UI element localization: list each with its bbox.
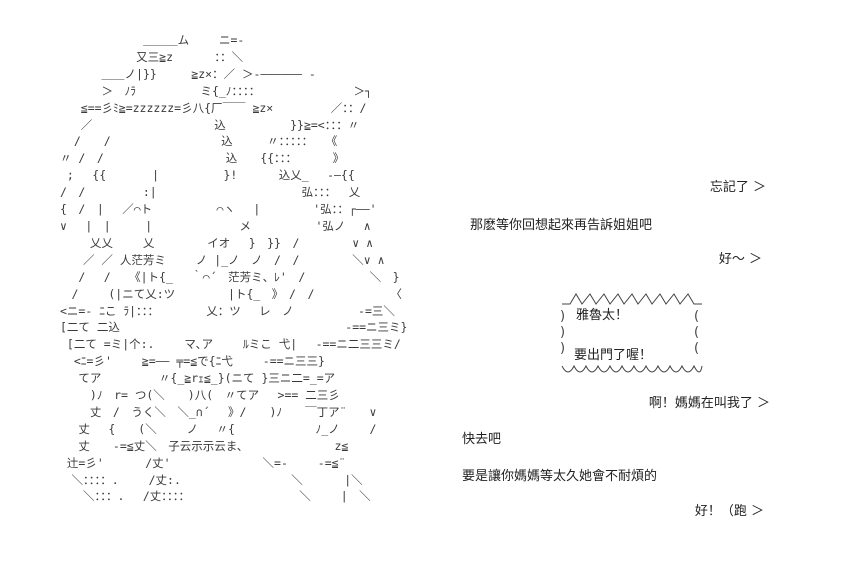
svg-text:): ): [560, 325, 565, 340]
dialogue-line-forgot: 忘記了 ＞: [709, 180, 766, 195]
svg-text:(: (: [694, 341, 699, 356]
dialogue-line-mom-impatient: 要是讓你媽媽等太久她會不耐煩的: [462, 469, 658, 484]
svg-text:): ): [560, 309, 565, 324]
shout-bubble-frame-icon: ) ) ) ( ( (: [560, 293, 703, 373]
svg-text:(: (: [694, 309, 699, 324]
dialogue-line-ok: 好～ ＞: [718, 252, 762, 267]
dialogue-line-mom-calling: 啊！媽媽在叫我了 ＞: [648, 396, 770, 411]
ascii-art-character: ＿＿＿ム ニ=- 又三≧z ：：＼ ＿＿ノ|}} ≧z×：／ ＞-―――――― …: [60, 33, 408, 504]
manga-page: ＿＿＿ム ニ=- 又三≧z ：：＼ ＿＿ノ|}} ≧z×：／ ＞-―――――― …: [0, 0, 866, 568]
bubble-line-name: 雅魯太！: [576, 308, 629, 323]
dialogue-line-ok-run: 好！（跑 ＞: [694, 504, 764, 519]
svg-text:(: (: [694, 325, 699, 340]
dialogue-line-go-quickly: 快去吧: [462, 432, 502, 447]
bubble-line-going-out: 要出門了喔！: [574, 348, 653, 363]
shout-bubble: ) ) ) ( ( ( 雅魯太！ 要出門了喔！: [556, 286, 706, 390]
svg-text:): ): [560, 341, 565, 356]
dialogue-line-tell-sister: 那麽等你回想起來再告訴姐姐吧: [470, 218, 653, 233]
